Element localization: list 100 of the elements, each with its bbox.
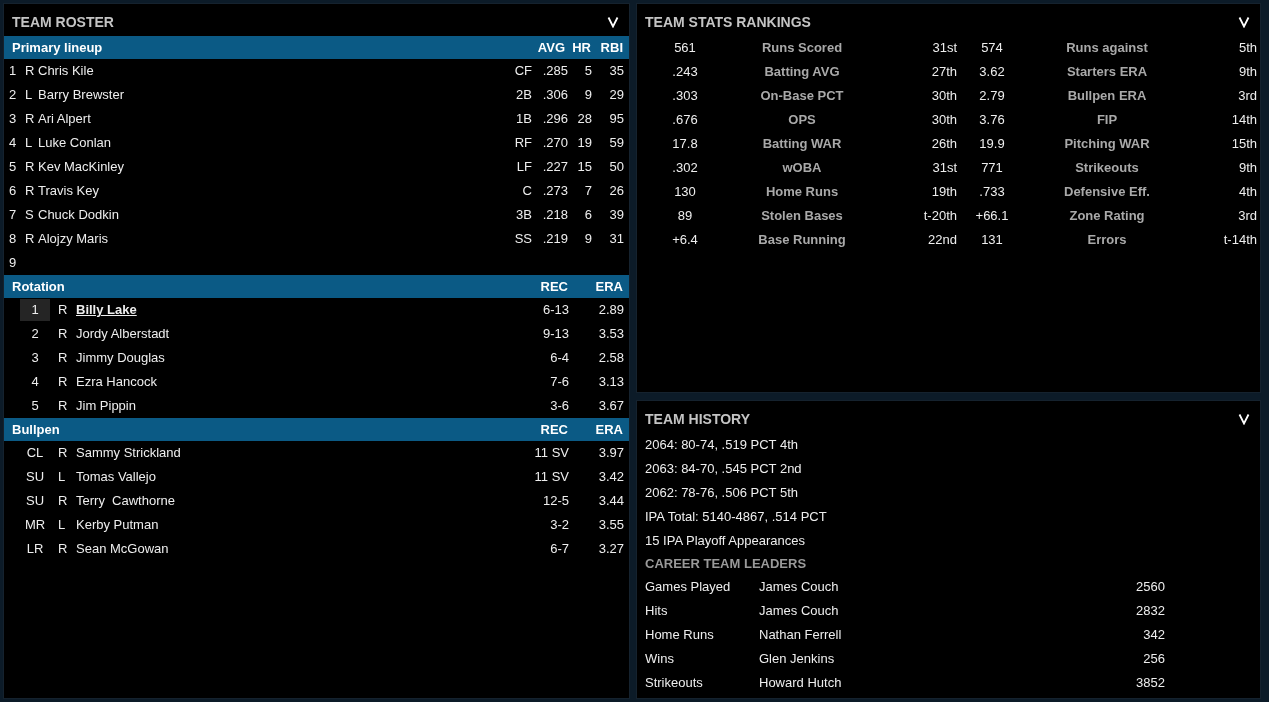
hand-label: R: [25, 182, 36, 201]
rank-value: 22nd: [927, 231, 957, 250]
leader-value: 256: [1142, 650, 1165, 669]
stat-label: Errors: [1086, 231, 1128, 250]
leader-category: Home Runs: [645, 626, 715, 645]
leader-value: 2832: [1135, 602, 1165, 621]
column-header: HR: [571, 38, 591, 57]
position-label: RF: [513, 134, 532, 153]
stat-value: 19: [576, 134, 592, 153]
slot-label: MR: [23, 516, 47, 534]
leader-value: 3852: [1135, 674, 1165, 693]
column-header: RBI: [599, 38, 623, 57]
player-name: Ari Alpert: [38, 110, 92, 129]
position-label: SS: [513, 230, 532, 249]
stat-value: .733: [978, 183, 1006, 202]
player-name: Terry Cawthorne: [76, 492, 176, 511]
record-value: 3-2: [549, 516, 569, 535]
rank-value: 15th: [1230, 135, 1257, 154]
stat-label: Runs against: [1065, 39, 1149, 58]
rank-value: 30th: [930, 111, 957, 130]
column-header: REC: [539, 420, 568, 439]
stat-label: Batting AVG: [763, 63, 841, 82]
position-label: 1B: [515, 110, 532, 129]
stat-label: Home Runs: [764, 183, 840, 202]
stat-value: .273: [541, 182, 568, 201]
hand-label: R: [58, 397, 69, 416]
section-title: Bullpen: [12, 420, 61, 439]
stat-value: 89: [676, 207, 694, 226]
section-title: Primary lineup: [12, 38, 104, 57]
player-link[interactable]: Jim Pippin: [76, 396, 489, 416]
stat-label: Base Running: [757, 231, 847, 250]
position-label: CF: [513, 62, 532, 81]
stat-value: +66.1: [974, 207, 1010, 226]
collapse-chevron-icon[interactable]: [1238, 413, 1250, 425]
rank-value: t-14th: [1222, 231, 1257, 250]
hand-label: R: [58, 444, 69, 463]
record-value: 11 SV: [533, 468, 569, 487]
stat-label: Stolen Bases: [760, 207, 844, 226]
order-number: 9: [9, 254, 18, 273]
player-name: Alojzy Maris: [38, 230, 110, 249]
leader-category: Wins: [645, 650, 675, 669]
stat-value: 50: [608, 158, 624, 177]
player-name: Sammy Strickland: [76, 444, 182, 463]
collapse-chevron-icon[interactable]: [1238, 16, 1250, 28]
stat-value: 9: [583, 230, 592, 249]
stat-value: .303: [671, 87, 699, 106]
stat-value: .285: [541, 62, 568, 81]
era-value: 2.58: [597, 349, 624, 368]
stat-label: Defensive Eff.: [1063, 183, 1151, 202]
era-value: 3.53: [597, 325, 624, 344]
era-value: 3.13: [597, 373, 624, 392]
hand-label: L: [58, 516, 67, 535]
player-name: Luke Conlan: [38, 134, 112, 153]
rank-value: 4th: [1237, 183, 1257, 202]
player-name: Sean McGowan: [76, 540, 170, 559]
leader-value: 342: [1142, 626, 1165, 645]
leader-category: Games Played: [645, 578, 732, 597]
slot-label: SU: [24, 468, 46, 486]
player-link[interactable]: Jordy Alberstadt: [76, 324, 489, 344]
stat-value: .306: [541, 86, 568, 105]
stat-value: 39: [608, 206, 624, 225]
order-number: 7: [9, 206, 18, 225]
order-number: 4: [9, 134, 18, 153]
stat-value: 3.76: [978, 111, 1006, 130]
slot-label: 4: [30, 373, 40, 391]
record-value: 12-5: [541, 492, 569, 511]
player-link[interactable]: Jimmy Douglas: [76, 348, 489, 368]
rank-value: 14th: [1230, 111, 1257, 130]
era-value: 3.67: [597, 397, 624, 416]
stat-value: 19.9: [978, 135, 1006, 154]
stat-label: wOBA: [781, 159, 823, 178]
leader-name: James Couch: [759, 602, 840, 621]
record-value: 6-4: [549, 349, 569, 368]
slot-label: SU: [24, 492, 46, 510]
stat-value: +6.4: [671, 231, 699, 250]
rank-value: 5th: [1237, 39, 1257, 58]
hand-label: R: [25, 110, 36, 129]
record-value: 6-13: [541, 301, 569, 320]
record-value: 9-13: [541, 325, 569, 344]
player-link[interactable]: Ezra Hancock: [76, 372, 489, 392]
hand-label: R: [25, 230, 36, 249]
rank-value: t-20th: [922, 207, 957, 226]
collapse-chevron-icon[interactable]: [607, 16, 619, 28]
stat-label: Pitching WAR: [1063, 135, 1151, 154]
hand-label: R: [58, 492, 69, 511]
record-value: 7-6: [549, 373, 569, 392]
stat-value: 130: [673, 183, 697, 202]
subsection-title: CAREER TEAM LEADERS: [645, 555, 807, 574]
leader-name: Glen Jenkins: [759, 650, 836, 669]
leader-name: Nathan Ferrell: [759, 626, 843, 645]
era-value: 3.55: [597, 516, 624, 535]
slot-label: 3: [30, 349, 40, 367]
panel-title: TEAM ROSTER: [12, 12, 114, 32]
position-label: LF: [515, 158, 532, 177]
slot-label: LR: [25, 540, 45, 558]
stat-value: .676: [671, 111, 699, 130]
rank-value: 31st: [931, 159, 957, 178]
stat-label: Starters ERA: [1065, 63, 1149, 82]
player-link[interactable]: Billy Lake: [76, 300, 489, 320]
hand-label: R: [25, 62, 36, 81]
